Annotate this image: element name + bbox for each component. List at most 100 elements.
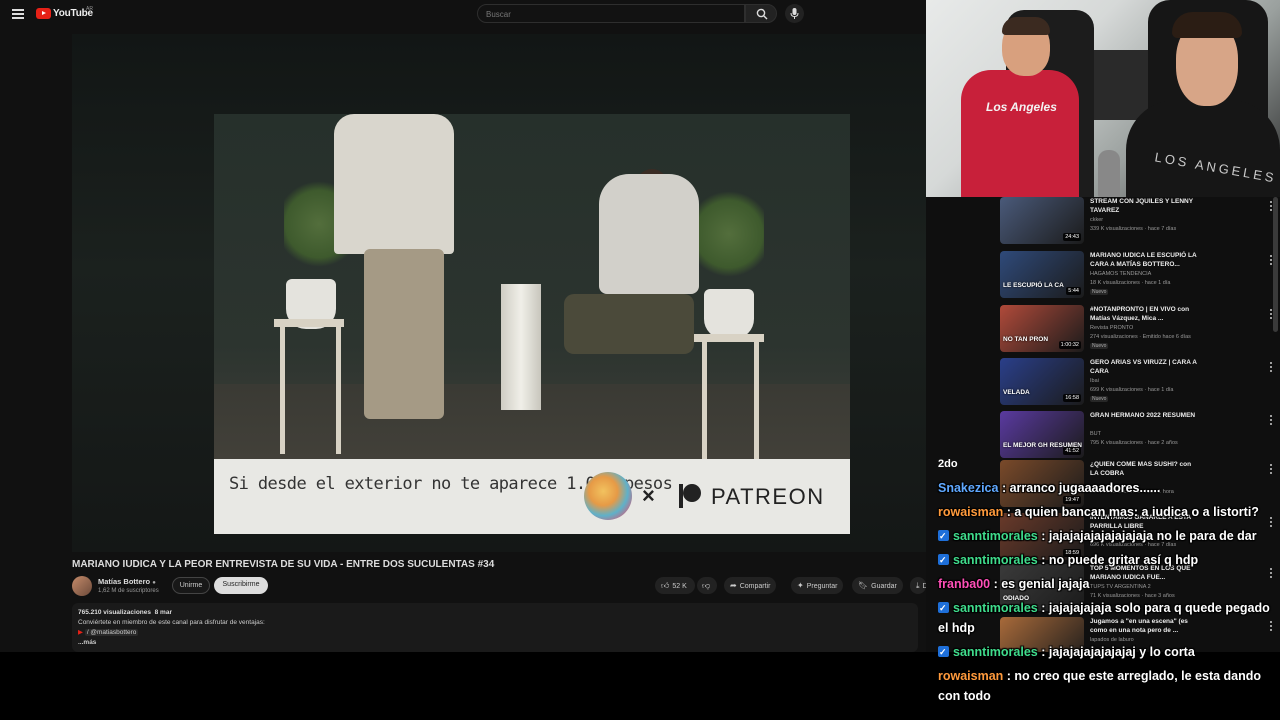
save-label: Guardar: [871, 583, 897, 590]
like-count: 52 K: [672, 583, 687, 590]
chat-separator: :: [1003, 505, 1015, 519]
video-meta: 699 K visualizaciones · hace 1 día: [1090, 387, 1174, 393]
upload-date: 8 mar: [154, 609, 172, 616]
channel-name[interactable]: BUT: [1090, 431, 1101, 437]
video-thumbnail[interactable]: NO TAN PRON 1:00:32: [1000, 305, 1084, 352]
ask-button[interactable]: ✦ Preguntar: [791, 577, 844, 594]
chat-message: Snakezica : arranco jugaaaadores......: [938, 478, 1280, 498]
channel-name[interactable]: Revista PRONTO: [1090, 325, 1133, 331]
channel-name[interactable]: Ibai: [1090, 378, 1099, 384]
description-box[interactable]: 765.210 visualizaciones 8 mar Conviértet…: [72, 603, 918, 652]
save-button[interactable]: 🔖︎ Guardar: [852, 577, 903, 594]
video-duration: 41:52: [1063, 447, 1081, 455]
chat-username[interactable]: sanntimorales: [953, 645, 1038, 659]
share-button[interactable]: ➦ Compartir: [724, 577, 777, 594]
verified-badge-icon: [938, 526, 949, 546]
video-title: MARIANO IUDICA Y LA PEOR ENTREVISTA DE S…: [72, 559, 495, 570]
video-meta: 795 K visualizaciones · hace 2 años: [1090, 440, 1178, 446]
chat-username[interactable]: sanntimorales: [953, 529, 1038, 543]
streamer-left: [961, 70, 1079, 197]
recommended-video[interactable]: NO TAN PRON 1:00:32 #NOTANPRONTO | EN VIVO…: [1000, 305, 1272, 355]
channel-name[interactable]: HAGAMOS TENDENCIA: [1090, 271, 1151, 277]
video-title[interactable]: MARIANO IUDICA LE ESCUPIÓ LA CARA A MATÍ…: [1090, 251, 1198, 269]
chat-username[interactable]: rowaisman: [938, 505, 1003, 519]
chat-message: rowaisman : no creo que este arreglado, …: [938, 666, 1280, 706]
chat-separator: :: [1037, 529, 1049, 543]
hamburger-menu-icon[interactable]: [12, 9, 24, 19]
patreon-wordmark: PATREON: [711, 484, 825, 509]
video-meta: 18 K visualizaciones · hace 1 día: [1090, 280, 1171, 286]
interviewer-figure: [334, 114, 454, 254]
chat-username[interactable]: sanntimorales: [953, 601, 1038, 615]
thumbnail-text: LE ESCUPIÓ LA CA: [1003, 282, 1064, 289]
thumbs-down-icon: 👎︎: [702, 581, 711, 590]
video-thumbnail[interactable]: 24:43: [1000, 197, 1084, 244]
youtube-window: YouTube AR Buscar Si desde el exterior n…: [0, 0, 926, 652]
channel-handle-link[interactable]: / @matiasbottero: [84, 629, 139, 636]
dislike-button[interactable]: 👎︎: [697, 577, 717, 594]
channel-name[interactable]: Matías Bottero ●: [98, 577, 156, 586]
chat-separator: :: [1037, 645, 1049, 659]
voice-search-button[interactable]: [785, 4, 804, 23]
seated-figure: [599, 174, 699, 294]
video-thumbnail[interactable]: LE ESCUPIÓ LA CA 5:44: [1000, 251, 1084, 298]
video-duration: 5:44: [1066, 287, 1081, 295]
search-input[interactable]: Buscar: [477, 4, 745, 23]
scrollbar[interactable]: [1273, 197, 1278, 332]
chat-separator: :: [990, 577, 1002, 591]
more-options-icon[interactable]: [1270, 415, 1273, 426]
download-button[interactable]: ⤓De: [910, 577, 926, 594]
video-thumbnail[interactable]: VELADA 16:58: [1000, 358, 1084, 405]
more-options-icon[interactable]: [1270, 464, 1273, 475]
verified-badge-icon: [938, 598, 949, 618]
chat-text: jajajajajajajajaj y lo corta: [1048, 645, 1195, 659]
chat-message: sanntimorales : no puede gritar así q hd…: [938, 550, 1280, 570]
recommended-video[interactable]: 24:43 STREAM CON JQUILES Y LENNY TAVAREZ c…: [1000, 197, 1272, 247]
chat-text: es genial jajaja: [1001, 577, 1090, 591]
youtube-logo-icon[interactable]: [36, 8, 51, 19]
show-more-link[interactable]: ...más: [78, 638, 912, 648]
video-title[interactable]: #NOTANPRONTO | EN VIVO con Matías Vázque…: [1090, 305, 1198, 323]
video-title[interactable]: ¿QUIEN COME MAS SUSHI? con LA COBRA: [1090, 460, 1198, 478]
chat-username[interactable]: franba00: [938, 577, 990, 591]
bookmark-icon: 🔖︎: [858, 581, 869, 590]
recommended-video[interactable]: VELADA 16:58 GERO ARIAS VS VIRUZZ | CARA A…: [1000, 358, 1272, 408]
video-duration: 24:43: [1063, 233, 1081, 241]
video-title[interactable]: GERO ARIAS VS VIRUZZ | CARA A CARA: [1090, 358, 1198, 376]
channel-name-text[interactable]: Matías Bottero: [98, 577, 150, 586]
description-line: Conviértete en miembro de este canal par…: [78, 619, 265, 626]
recommended-video[interactable]: LE ESCUPIÓ LA CA 5:44 MARIANO IUDICA LE ES…: [1000, 251, 1272, 301]
channel-name[interactable]: ckker: [1090, 217, 1103, 223]
more-options-icon[interactable]: [1270, 362, 1273, 373]
chat-separator: :: [1003, 669, 1015, 683]
recommended-video[interactable]: EL MEJOR GH RESUMEN 41:52 GRAN HERMANO 202…: [1000, 411, 1272, 461]
verified-icon: ●: [152, 580, 156, 586]
channel-avatar[interactable]: [72, 576, 92, 596]
chat-text: no puede gritar así q hdp: [1048, 553, 1199, 567]
video-thumbnail[interactable]: EL MEJOR GH RESUMEN 41:52: [1000, 411, 1084, 458]
video-title[interactable]: GRAN HERMANO 2022 RESUMEN: [1090, 411, 1198, 420]
youtube-small-icon: ▶: [78, 629, 83, 636]
new-badge: Nuevo: [1090, 396, 1109, 402]
search-icon: [756, 8, 768, 20]
video-duration: 1:00:32: [1058, 341, 1081, 349]
chat-message: sanntimorales : jajajajajajajajajaja no …: [938, 526, 1280, 546]
join-button[interactable]: Unirme: [172, 577, 210, 594]
sparkle-icon: ✦: [797, 581, 804, 590]
thumbnail-text: VELADA: [1003, 389, 1030, 396]
video-title[interactable]: STREAM CON JQUILES Y LENNY TAVAREZ: [1090, 197, 1198, 215]
chat-username[interactable]: Snakezica: [938, 481, 998, 495]
like-button[interactable]: 👍︎ 52 K: [655, 577, 695, 594]
subscribe-button[interactable]: Suscribirme: [214, 577, 268, 594]
video-player[interactable]: Si desde el exterior no te aparece 1.000…: [72, 34, 926, 552]
chat-message: franba00 : es genial jajaja: [938, 574, 1280, 594]
chat-username[interactable]: rowaisman: [938, 669, 1003, 683]
search-button[interactable]: [745, 4, 777, 23]
youtube-topbar: YouTube AR Buscar: [0, 0, 926, 32]
microphone-icon: [790, 8, 799, 19]
share-label: Compartir: [739, 583, 771, 590]
chat-message: rowaisman : a quien bancan mas: a iudica…: [938, 502, 1280, 522]
chat-username[interactable]: sanntimorales: [953, 553, 1038, 567]
youtube-region-code: AR: [86, 6, 93, 12]
patreon-logo-icon: [679, 484, 701, 508]
